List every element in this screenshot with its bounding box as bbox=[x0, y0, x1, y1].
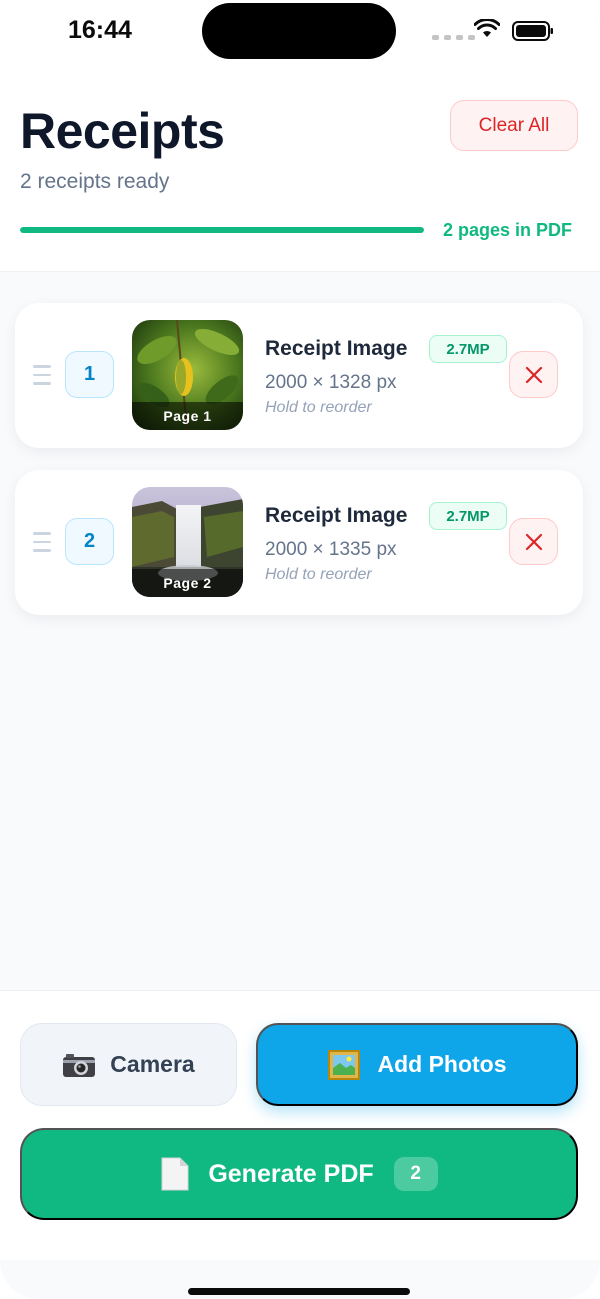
framed-picture-icon bbox=[328, 1049, 361, 1080]
remove-receipt-button[interactable] bbox=[509, 518, 558, 565]
status-bar: 16:44 bbox=[0, 0, 600, 76]
camera-button-label: Camera bbox=[110, 1051, 195, 1077]
generate-pdf-button[interactable]: Generate PDF 2 bbox=[20, 1128, 578, 1220]
add-photos-button[interactable]: Add Photos bbox=[256, 1023, 578, 1106]
close-icon bbox=[525, 533, 542, 550]
page-label: Page 1 bbox=[132, 402, 243, 430]
clear-all-button[interactable]: Clear All bbox=[450, 100, 578, 151]
receipt-card[interactable]: 2 Page 2 Receipt Image 2.7MP 2000 × 1335… bbox=[15, 470, 583, 615]
cellular-signal-icon bbox=[432, 35, 475, 40]
close-icon bbox=[525, 366, 542, 383]
camera-icon bbox=[63, 1053, 96, 1077]
receipt-title: Receipt Image bbox=[265, 337, 408, 360]
reorder-hint: Hold to reorder bbox=[265, 566, 372, 583]
home-indicator bbox=[188, 1288, 410, 1295]
reorder-hint: Hold to reorder bbox=[265, 399, 372, 416]
receipt-card[interactable]: 1 Page 1 Receipt Image 2.7MP 2000 × 1328… bbox=[15, 303, 583, 448]
add-photos-button-label: Add Photos bbox=[377, 1051, 507, 1077]
app-screen: 16:44 Receipts 2 receipts ready Clear Al… bbox=[0, 0, 600, 1299]
drag-handle-icon[interactable] bbox=[33, 532, 51, 558]
image-dimensions: 2000 × 1328 px bbox=[265, 372, 397, 393]
camera-button[interactable]: Camera bbox=[20, 1023, 237, 1106]
page-index-badge: 2 bbox=[65, 518, 114, 565]
bottom-action-panel: Camera Add Photos Generate PDF 2 bbox=[0, 990, 600, 1260]
header: Receipts 2 receipts ready Clear All 2 pa… bbox=[0, 76, 600, 272]
pdf-progress-bar bbox=[20, 227, 424, 233]
page-label: Page 2 bbox=[132, 569, 243, 597]
receipt-count-subtitle: 2 receipts ready bbox=[20, 170, 170, 193]
megapixel-badge: 2.7MP bbox=[429, 335, 507, 363]
receipt-thumbnail[interactable]: Page 2 bbox=[132, 487, 243, 597]
receipt-thumbnail[interactable]: Page 1 bbox=[132, 320, 243, 430]
remove-receipt-button[interactable] bbox=[509, 351, 558, 398]
dynamic-island bbox=[202, 3, 396, 59]
drag-handle-icon[interactable] bbox=[33, 365, 51, 391]
page-count-badge: 2 bbox=[393, 1157, 438, 1191]
document-icon bbox=[161, 1157, 189, 1191]
pdf-progress-fill bbox=[20, 227, 424, 233]
status-time: 16:44 bbox=[68, 16, 132, 44]
battery-icon bbox=[512, 21, 553, 41]
megapixel-badge: 2.7MP bbox=[429, 502, 507, 530]
generate-pdf-label: Generate PDF bbox=[208, 1159, 374, 1188]
page-index-badge: 1 bbox=[65, 351, 114, 398]
image-dimensions: 2000 × 1335 px bbox=[265, 539, 397, 560]
wifi-icon bbox=[474, 19, 500, 37]
receipt-title: Receipt Image bbox=[265, 504, 408, 527]
pages-in-pdf-label: 2 pages in PDF bbox=[443, 220, 573, 240]
page-title: Receipts bbox=[20, 103, 225, 159]
